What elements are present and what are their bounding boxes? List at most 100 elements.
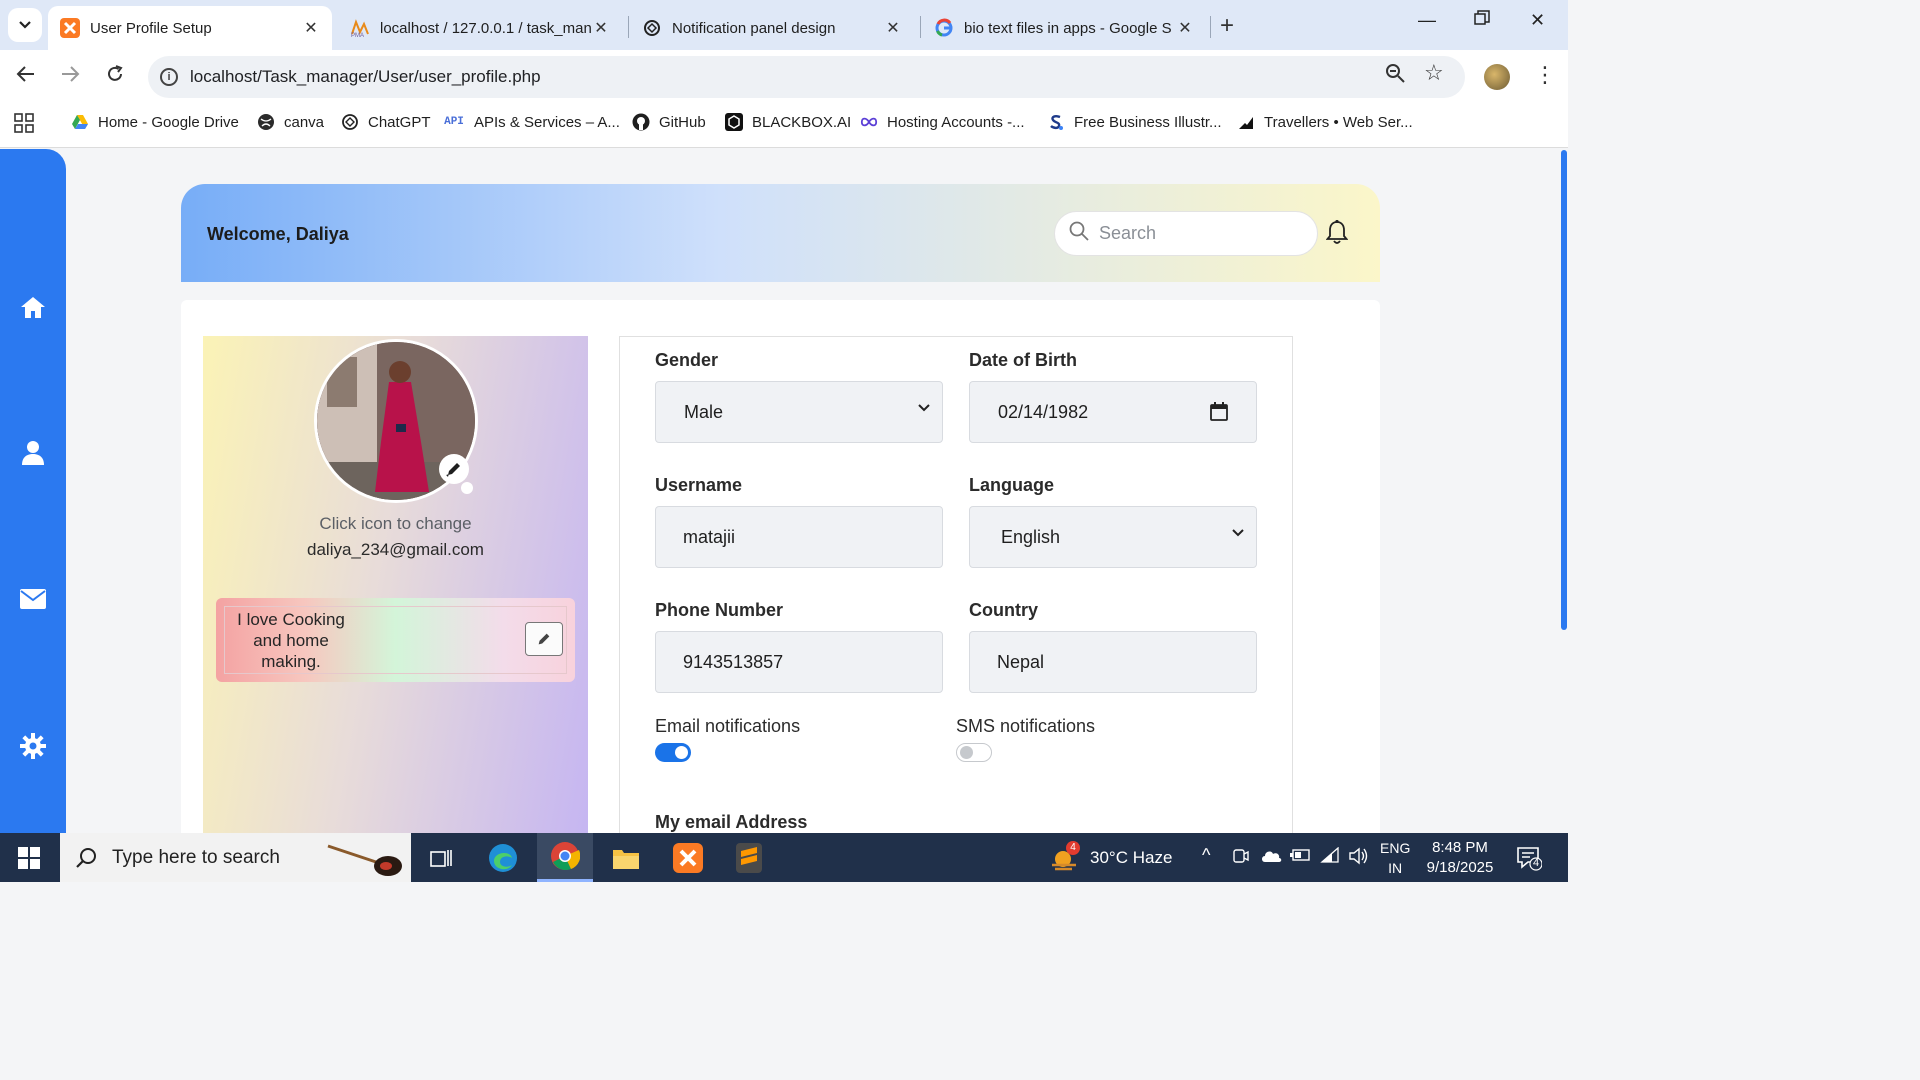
sidebar-item-home[interactable] [20, 294, 46, 320]
gender-value: Male [684, 401, 724, 422]
search-input[interactable] [1099, 223, 1289, 244]
tab-google-search[interactable]: bio text files in apps - Google S ✕ [922, 6, 1206, 50]
bookmark-business-illustrations[interactable]: Free Business Illustr... [1047, 113, 1222, 131]
wifi-icon[interactable] [1320, 846, 1340, 867]
bookmark-star-icon[interactable]: ☆ [1424, 60, 1444, 86]
tab-search-button[interactable] [8, 8, 42, 42]
bookmark-blackbox[interactable]: BLACKBOX.AI [725, 113, 851, 131]
search-field[interactable] [1054, 211, 1318, 256]
calendar-icon[interactable] [1210, 402, 1228, 421]
sidebar-item-messages[interactable] [20, 586, 46, 612]
change-photo-button[interactable] [439, 454, 469, 484]
country-input[interactable]: Nepal [969, 631, 1257, 693]
edit-bio-button[interactable] [525, 622, 563, 656]
page-viewport: Welcome, Daliya Search Click icon to cha… [0, 148, 1568, 833]
chevron-down-icon [1232, 529, 1244, 537]
close-tab-icon[interactable]: ✕ [592, 18, 610, 38]
scrollbar-thumb[interactable] [1561, 150, 1567, 630]
phone-label: Phone Number [655, 600, 784, 620]
page-header: Welcome, Daliya [181, 184, 1380, 282]
chrome-icon[interactable] [537, 833, 593, 882]
phone-input[interactable]: 9143513857 [655, 631, 943, 693]
taskbar-search-box[interactable]: Type here to search [60, 833, 411, 882]
username-input[interactable]: matajii [655, 506, 943, 568]
email-notifications-label: Email notifications [655, 716, 801, 736]
welcome-text: Welcome, Daliya [207, 224, 349, 244]
task-view-icon[interactable] [413, 833, 469, 882]
apps-grid-icon[interactable] [14, 113, 34, 133]
close-window-icon[interactable]: ✕ [1530, 10, 1545, 31]
phpmyadmin-icon: PMA [350, 18, 370, 38]
username-label: Username [655, 475, 743, 495]
show-hidden-icons-chevron-up-icon[interactable]: ^ [1202, 845, 1210, 866]
zoom-icon[interactable] [1384, 62, 1406, 89]
storyset-icon [1047, 113, 1065, 131]
forward-arrow-icon[interactable] [60, 64, 80, 90]
profile-summary-panel: Click icon to change daliya_234@gmail.co… [203, 336, 588, 833]
bookmark-chatgpt[interactable]: ChatGPT [341, 113, 431, 131]
volume-speaker-icon[interactable] [1348, 847, 1368, 869]
input-language-indicator[interactable]: ENG IN [1380, 838, 1410, 878]
restore-icon[interactable] [1474, 10, 1490, 31]
tab-separator [920, 16, 921, 38]
bookmark-apis-services[interactable]: API APIs & Services – A... [443, 113, 620, 131]
tab-title: Notification panel design [672, 19, 836, 37]
kebab-menu-icon[interactable]: ⋮ [1534, 62, 1556, 88]
phone-value: 9143513857 [683, 651, 784, 672]
notification-bell-icon[interactable] [1325, 220, 1349, 250]
language-select[interactable]: English [969, 506, 1257, 568]
home-icon [21, 297, 45, 318]
close-tab-icon[interactable]: ✕ [302, 18, 320, 38]
address-bar[interactable]: i localhost/Task_manager/User/user_profi… [148, 56, 1465, 98]
clock-date: 9/18/2025 [1426, 859, 1494, 876]
onedrive-cloud-icon[interactable] [1260, 847, 1282, 867]
github-icon [632, 113, 650, 131]
tab-title: localhost / 127.0.0.1 / task_man [380, 19, 592, 37]
profile-email: daliya_234@gmail.com [307, 540, 484, 559]
weather-widget[interactable]: 4 30°C Haze [1050, 841, 1173, 871]
tab-notification-panel[interactable]: Notification panel design ✕ [630, 6, 914, 50]
page-scrollbar[interactable] [1559, 148, 1568, 833]
language-label: Language [969, 475, 1055, 495]
file-explorer-icon[interactable] [598, 833, 654, 882]
xampp-icon[interactable] [660, 833, 716, 882]
bookmark-canva[interactable]: canva [257, 113, 324, 131]
bookmark-label: Travellers • Web Ser... [1264, 113, 1413, 131]
bookmark-hosting-accounts[interactable]: Hosting Accounts -... [860, 113, 1025, 131]
search-icon [1069, 221, 1089, 246]
close-tab-icon[interactable]: ✕ [884, 18, 902, 38]
chevron-down-icon [19, 21, 31, 29]
close-tab-icon[interactable]: ✕ [1176, 18, 1194, 38]
tab-user-profile-setup[interactable]: User Profile Setup ✕ [48, 6, 332, 50]
gender-label: Gender [655, 350, 719, 370]
tab-separator [628, 16, 629, 38]
site-info-icon[interactable]: i [160, 68, 178, 86]
bookmark-travellers[interactable]: Travellers • Web Ser... [1237, 113, 1413, 131]
bookmark-google-drive[interactable]: Home - Google Drive [71, 113, 239, 131]
weather-text: 30°C Haze [1090, 848, 1173, 867]
action-center-notification-icon[interactable]: 4 [1516, 845, 1543, 875]
sms-notifications-toggle[interactable] [956, 743, 992, 762]
dob-date-input[interactable]: 02/14/1982 [969, 381, 1257, 443]
sidebar-item-settings[interactable] [20, 733, 46, 759]
bio-box: I love Cooking and home making. [216, 598, 575, 682]
new-tab-plus-icon[interactable]: + [1220, 12, 1234, 40]
profile-avatar-icon[interactable] [1484, 64, 1510, 90]
reload-icon[interactable] [105, 64, 125, 90]
email-notifications-toggle[interactable] [655, 743, 691, 762]
bookmark-github[interactable]: GitHub [632, 113, 706, 131]
edge-icon[interactable] [475, 833, 531, 882]
battery-icon[interactable] [1290, 847, 1312, 867]
sidebar-item-profile[interactable] [20, 440, 46, 466]
clock-time: 8:48 PM [1432, 839, 1488, 856]
sublime-text-icon[interactable] [721, 833, 777, 882]
meet-now-icon[interactable] [1232, 847, 1250, 869]
system-clock[interactable]: 8:48 PM 9/18/2025 [1418, 838, 1502, 878]
email-section-title: My email Address [655, 812, 808, 832]
back-arrow-icon[interactable] [16, 64, 36, 90]
minimize-icon[interactable]: — [1418, 10, 1436, 31]
gender-select[interactable]: Male [655, 381, 943, 443]
tab-phpmyadmin[interactable]: PMA localhost / 127.0.0.1 / task_man ✕ [338, 6, 622, 50]
profile-form: Gender Male Date of Birth 02/14/1982 Use… [619, 336, 1293, 833]
windows-start-icon[interactable] [18, 847, 40, 874]
